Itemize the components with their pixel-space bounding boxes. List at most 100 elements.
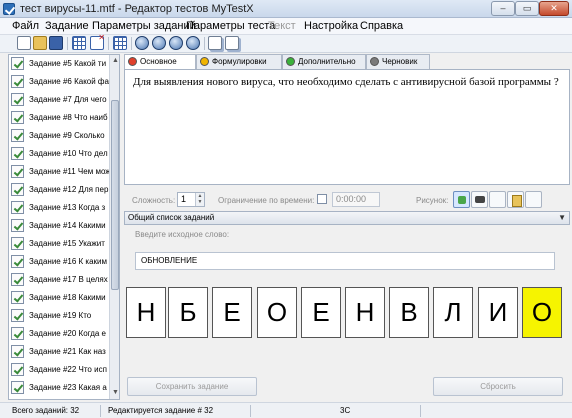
letter-tile[interactable]: Н xyxy=(126,287,166,338)
new-file-icon[interactable] xyxy=(17,36,31,50)
menu-test-params[interactable]: Параметры теста xyxy=(186,20,275,32)
maximize-button[interactable]: ▭ xyxy=(515,1,539,16)
picture-clear-icon[interactable] xyxy=(525,191,542,208)
window-title: тест вирусы-11.mtf - Редактор тестов MyT… xyxy=(20,3,254,15)
letter-tile[interactable]: О xyxy=(257,287,297,338)
task-list-item[interactable]: Задание #10 Что дел xyxy=(9,145,109,163)
task-check-icon xyxy=(11,183,24,196)
nav-prev-icon[interactable] xyxy=(152,36,166,50)
question-text[interactable]: Для выявления нового вируса, что необход… xyxy=(133,75,561,89)
task-list-item[interactable]: Задание #17 В целях xyxy=(9,271,109,289)
task-list-item[interactable]: Задание #15 Укажит xyxy=(9,235,109,253)
letter-tile[interactable]: Б xyxy=(168,287,208,338)
task-list-item[interactable]: Задание #21 Как наз xyxy=(9,343,109,361)
menu-text[interactable]: Текст xyxy=(268,20,296,32)
source-word-input[interactable]: ОБНОВЛЕНИЕ xyxy=(135,252,555,270)
letter-tile[interactable]: И xyxy=(478,287,518,338)
picture-paste-icon[interactable] xyxy=(507,191,524,208)
task-check-icon xyxy=(11,129,24,142)
menu-help[interactable]: Справка xyxy=(360,20,403,32)
status-editing: Редактируется задание # 32 xyxy=(108,406,214,415)
task-list-item[interactable]: Задание #14 Какими xyxy=(9,217,109,235)
task-list-dropdown[interactable]: Общий список заданий ▼ xyxy=(124,211,570,225)
task-list-scrollbar[interactable]: ▲ ▼ xyxy=(109,55,119,399)
status-bar: Всего заданий: 32 Редактируется задание … xyxy=(0,402,572,418)
task-check-icon xyxy=(11,201,24,214)
task-list-item[interactable]: Задание #6 Какой фа xyxy=(9,73,109,91)
task-list-item[interactable]: Задание #7 Для чего xyxy=(9,91,109,109)
task-check-icon xyxy=(11,291,24,304)
task-check-icon xyxy=(11,327,24,340)
scroll-down-icon[interactable]: ▼ xyxy=(112,389,119,396)
question-editor[interactable]: Для выявления нового вируса, что необход… xyxy=(124,69,570,185)
letter-tile[interactable]: Е xyxy=(301,287,341,338)
task-list-item[interactable]: Задание #23 Какая а xyxy=(9,379,109,397)
chevron-down-icon: ▼ xyxy=(558,213,566,222)
difficulty-label: Сложность: xyxy=(132,196,176,205)
scroll-thumb[interactable] xyxy=(111,100,119,290)
status-divider xyxy=(250,405,251,417)
tab-main[interactable]: Основное xyxy=(124,54,196,70)
toolbar-separator xyxy=(131,37,132,50)
letter-tile[interactable]: Е xyxy=(212,287,252,338)
menu-task-params[interactable]: Параметры заданий xyxy=(92,20,196,32)
save-task-button[interactable]: Сохранить задание xyxy=(127,377,257,396)
add-task-icon[interactable] xyxy=(72,36,86,50)
yellow-status-icon xyxy=(200,57,209,66)
task-grid-icon[interactable] xyxy=(113,36,127,50)
menu-task[interactable]: Задание xyxy=(45,20,89,32)
menu-bar: Файл Задание Параметры заданий Параметры… xyxy=(0,18,572,35)
editor-tabs: Основное Формулировки Дополнительно Черн… xyxy=(124,54,570,70)
task-list-item[interactable]: Задание #8 Что наиб xyxy=(9,109,109,127)
toolbar-separator xyxy=(67,37,68,50)
tab-formulations[interactable]: Формулировки xyxy=(196,54,282,69)
task-list: Задание #5 Какой ти Задание #6 Какой фа … xyxy=(8,54,120,400)
answer-panel: Введите исходное слово: ОБНОВЛЕНИЕ Н Б Е… xyxy=(124,226,570,400)
tab-additional[interactable]: Дополнительно xyxy=(282,54,366,69)
task-list-item[interactable]: Задание #22 Что исп xyxy=(9,361,109,379)
letter-tile[interactable]: О xyxy=(522,287,562,338)
time-limit-input[interactable]: 0:00:00 xyxy=(332,192,380,207)
source-word-hint: Введите исходное слово: xyxy=(135,230,230,239)
reset-button[interactable]: Сбросить xyxy=(433,377,563,396)
task-list-item[interactable]: Задание #18 Какими xyxy=(9,289,109,307)
letter-tile[interactable]: Н xyxy=(345,287,385,338)
task-list-item[interactable]: Задание #11 Чем мож xyxy=(9,163,109,181)
delete-task-icon[interactable] xyxy=(90,33,105,50)
paste-icon[interactable] xyxy=(225,36,239,50)
task-check-icon xyxy=(11,273,24,286)
save-icon[interactable] xyxy=(49,36,63,50)
open-folder-icon[interactable] xyxy=(33,36,47,50)
nav-first-icon[interactable] xyxy=(135,36,149,50)
task-list-item[interactable]: Задание #13 Когда з xyxy=(9,199,109,217)
menu-settings[interactable]: Настройка xyxy=(304,20,358,32)
toolbar xyxy=(0,33,572,53)
letter-tiles: Н Б Е О Е Н В Л И О xyxy=(124,287,570,338)
task-check-icon xyxy=(11,147,24,160)
task-list-item[interactable]: Задание #5 Какой ти xyxy=(9,55,109,73)
task-list-item[interactable]: Задание #20 Когда е xyxy=(9,325,109,343)
nav-last-icon[interactable] xyxy=(186,36,200,50)
task-list-item[interactable]: Задание #9 Сколько xyxy=(9,127,109,145)
letter-tile[interactable]: Л xyxy=(433,287,473,338)
task-list-item[interactable]: Задание #12 Для пер xyxy=(9,181,109,199)
letter-tile[interactable]: В xyxy=(389,287,429,338)
picture-label: Рисунок: xyxy=(416,196,449,205)
scroll-up-icon[interactable]: ▲ xyxy=(112,57,119,64)
task-check-icon xyxy=(11,363,24,376)
stepper-arrows-icon[interactable]: ▲ ▼ xyxy=(195,193,204,206)
picture-blank-icon[interactable] xyxy=(489,191,506,208)
toolbar-separator xyxy=(204,37,205,50)
task-list-item[interactable]: Задание #19 Кто xyxy=(9,307,109,325)
camera-icon[interactable] xyxy=(471,191,488,208)
nav-next-icon[interactable] xyxy=(169,36,183,50)
picture-load-icon[interactable] xyxy=(453,191,470,208)
task-list-item[interactable]: Задание #16 К каким xyxy=(9,253,109,271)
close-button[interactable]: ✕ xyxy=(539,1,569,16)
minimize-button[interactable]: – xyxy=(491,1,515,16)
menu-file[interactable]: Файл xyxy=(12,20,39,32)
time-limit-checkbox[interactable] xyxy=(317,194,327,204)
tab-draft[interactable]: Черновик xyxy=(366,54,430,69)
difficulty-stepper[interactable]: 1 ▲ ▼ xyxy=(177,192,205,207)
copy-icon[interactable] xyxy=(208,36,222,50)
